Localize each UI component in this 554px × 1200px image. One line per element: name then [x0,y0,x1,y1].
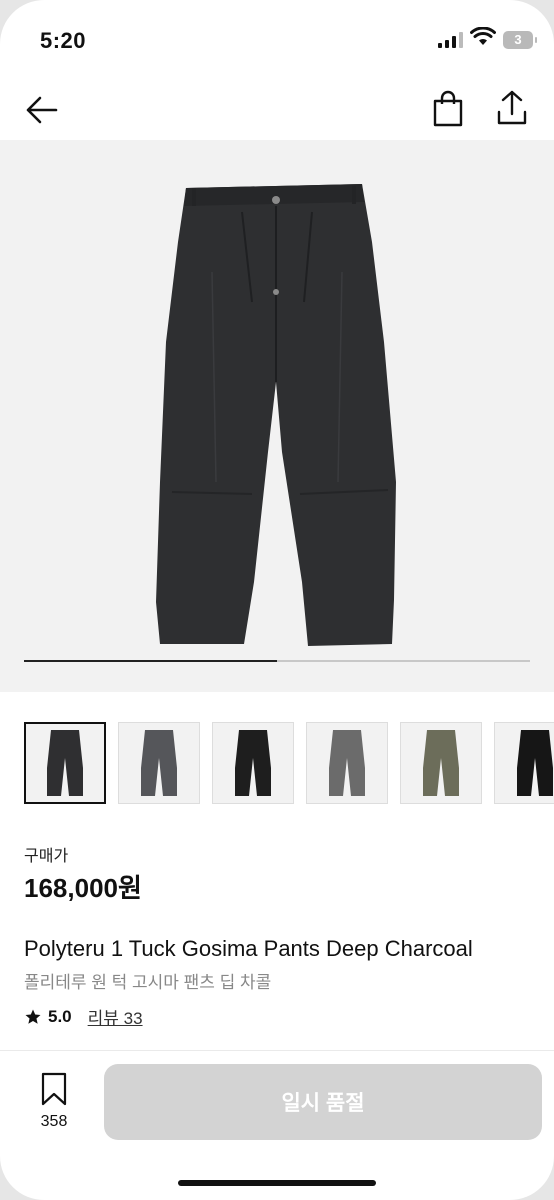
rating: 5.0 리뷰 33 [24,1004,143,1029]
review-link[interactable]: 리뷰 33 [88,1004,143,1029]
bookmark-icon [41,1072,67,1106]
price: 168,000원 [24,873,142,903]
cellular-signal-icon [438,32,463,48]
thumbnail-pants-image [235,730,271,796]
status-time: 5:20 [40,28,87,53]
thumbnail-6[interactable] [494,722,554,804]
thumbnail-strip[interactable] [24,722,554,804]
home-indicator [178,1180,376,1186]
thumbnail-pants-image [47,730,83,796]
sold-out-button[interactable]: 일시 품절 [104,1064,542,1140]
star-icon [25,1009,41,1024]
rating-score: 5.0 [48,1006,72,1026]
wishlist-button[interactable]: 358 [34,1072,74,1131]
thumbnail-pants-image [517,730,553,796]
wifi-icon [470,27,496,45]
product-name-en: Polyteru 1 Tuck Gosima Pants Deep Charco… [24,936,473,961]
app-screen: 5:20 3 구매가 168,000원 Polyteru 1 Tuck Gosi… [0,0,554,1200]
carousel-progress-fill [24,660,277,662]
product-name-ko: 폴리테루 원 턱 고시마 팬츠 딥 차콜 [24,973,272,992]
status-bar: 5:20 3 [0,0,554,80]
product-image-pants [156,184,396,646]
thumbnail-3[interactable] [212,722,294,804]
thumbnail-1[interactable] [24,722,106,804]
thumbnail-4[interactable] [306,722,388,804]
thumbnail-5[interactable] [400,722,482,804]
carousel-progress [24,660,530,662]
top-nav [0,80,554,140]
product-image-carousel[interactable] [0,140,554,692]
battery-icon: 3 [503,31,537,49]
share-icon[interactable] [492,88,532,128]
divider [0,1050,554,1051]
arrow-left-icon[interactable] [22,90,62,130]
thumbnail-pants-image [329,730,365,796]
battery-level: 3 [514,32,522,47]
wishlist-count: 358 [40,1113,68,1130]
thumbnail-pants-image [141,730,177,796]
price-label: 구매가 [24,848,69,865]
thumbnail-pants-image [423,730,459,796]
shopping-bag-icon[interactable] [428,88,468,128]
thumbnail-2[interactable] [118,722,200,804]
